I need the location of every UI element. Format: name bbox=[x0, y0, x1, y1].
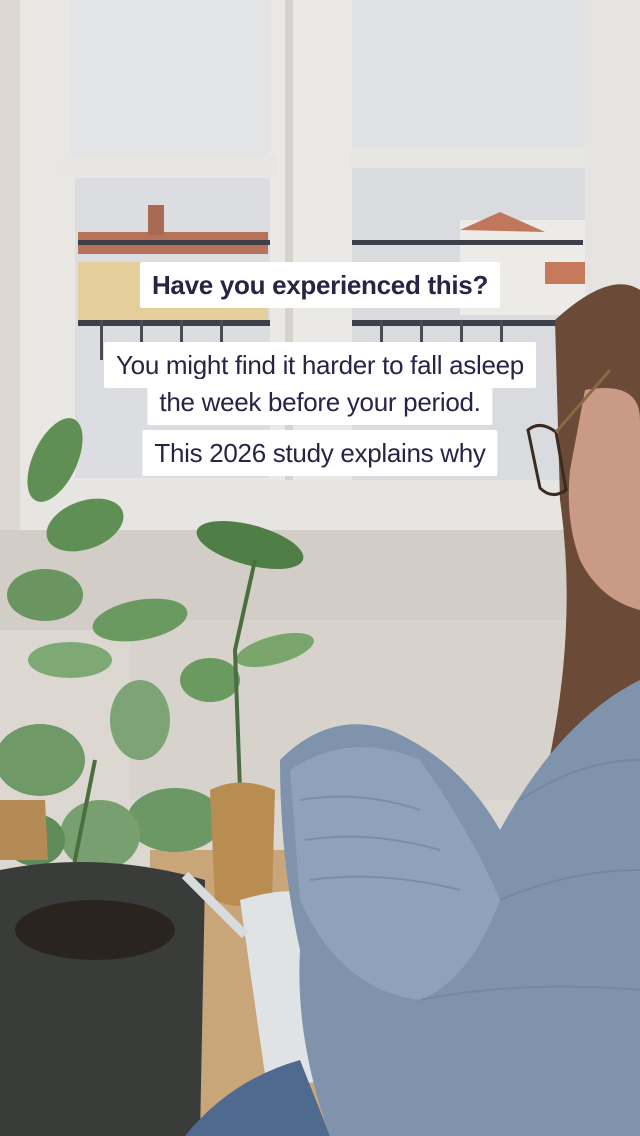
building-yellow bbox=[78, 262, 268, 322]
soil bbox=[15, 900, 175, 960]
mullion-center bbox=[270, 0, 352, 530]
chimney bbox=[148, 205, 164, 235]
pot-small bbox=[210, 782, 275, 906]
window-pane-top-right bbox=[352, 0, 590, 150]
transom-right bbox=[350, 148, 592, 168]
background-photo bbox=[0, 0, 640, 1136]
photo-scene: Have you experienced this? You might fin… bbox=[0, 0, 640, 1136]
transom-left bbox=[62, 155, 277, 177]
window-pane-top-left bbox=[70, 0, 275, 160]
window-pane-bottom-left bbox=[75, 178, 270, 478]
window-pane-bottom-right bbox=[352, 168, 587, 488]
